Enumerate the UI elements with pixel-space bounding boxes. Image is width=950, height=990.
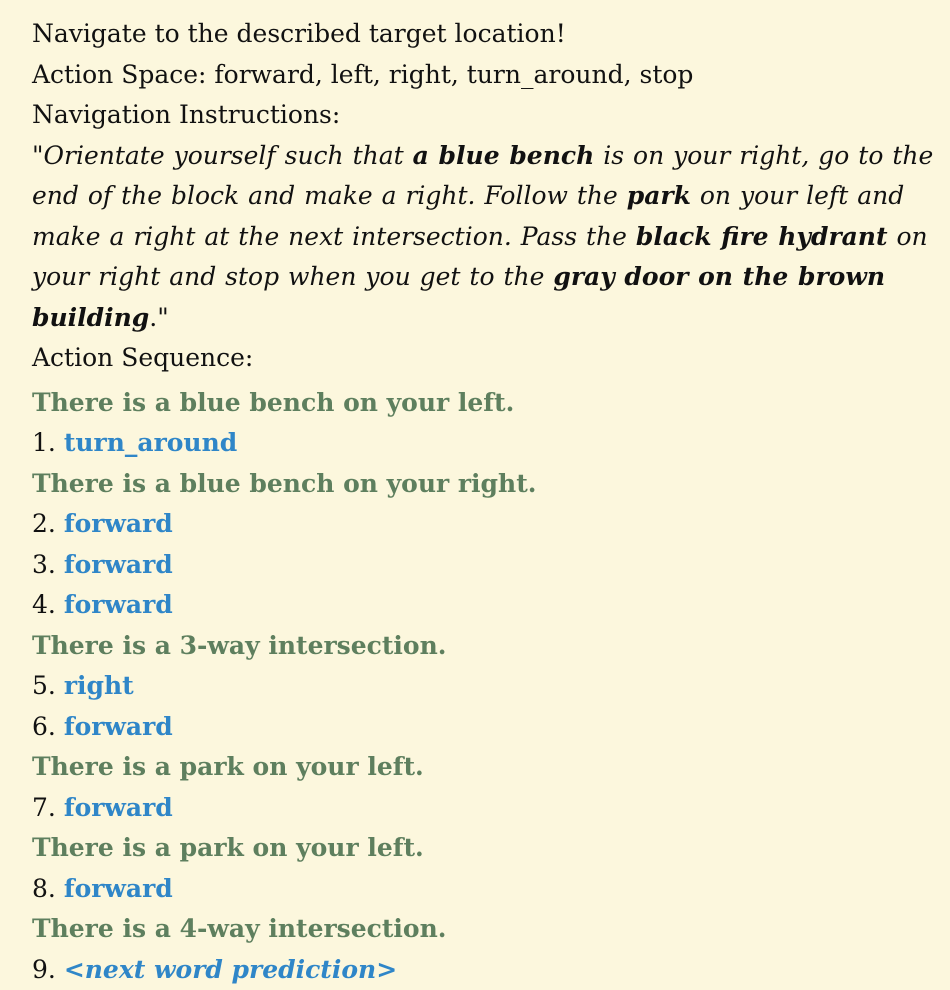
observation-line: There is a park on your left.: [32, 828, 950, 869]
action-token: right: [64, 671, 134, 700]
observation-line: There is a 4-way intersection.: [32, 909, 950, 950]
observation-line: There is a blue bench on your left.: [32, 383, 950, 424]
step-number: 6.: [32, 712, 56, 741]
intro-text: Navigate to the described target locatio…: [32, 14, 950, 55]
step-number: 2.: [32, 509, 56, 538]
observation-line: There is a park on your left.: [32, 747, 950, 788]
action-token: forward: [64, 590, 173, 619]
instruction-landmark-3: black fire hydrant: [636, 222, 888, 251]
step-number: 3.: [32, 550, 56, 579]
navigation-instruction: "Orientate yourself such that a blue ben…: [32, 136, 937, 339]
action-space-text: Action Space: forward, left, right, turn…: [32, 55, 950, 96]
action-line: 5. right: [32, 666, 950, 707]
step-number: 9.: [32, 955, 56, 984]
action-line: 1. turn_around: [32, 423, 950, 464]
action-token: turn_around: [64, 428, 237, 457]
step-number: 5.: [32, 671, 56, 700]
action-line: 3. forward: [32, 545, 950, 586]
action-token: forward: [64, 793, 173, 822]
action-line: 4. forward: [32, 585, 950, 626]
instruction-part-1: Orientate yourself such that: [44, 141, 413, 170]
action-line: 6. forward: [32, 707, 950, 748]
instructions-heading: Navigation Instructions:: [32, 95, 950, 136]
action-sequence: There is a blue bench on your left. 1. t…: [32, 383, 950, 990]
action-token: forward: [64, 712, 173, 741]
sequence-heading: Action Sequence:: [32, 338, 950, 379]
step-number: 4.: [32, 590, 56, 619]
action-line: 7. forward: [32, 788, 950, 829]
step-number: 1.: [32, 428, 56, 457]
instruction-close-quote: .": [149, 303, 168, 332]
step-number: 7.: [32, 793, 56, 822]
action-token: forward: [64, 874, 173, 903]
prompt-document: Navigate to the described target locatio…: [0, 0, 950, 983]
observation-line: There is a blue bench on your right.: [32, 464, 950, 505]
next-word-prediction-placeholder: <next word prediction>: [64, 955, 397, 984]
step-number: 8.: [32, 874, 56, 903]
action-line: 8. forward: [32, 869, 950, 910]
action-token: forward: [64, 509, 173, 538]
observation-line: There is a 3-way intersection.: [32, 626, 950, 667]
action-line: 2. forward: [32, 504, 950, 545]
instruction-open-quote: ": [32, 141, 44, 170]
instruction-landmark-1: a blue bench: [413, 141, 595, 170]
instruction-landmark-2: park: [627, 181, 691, 210]
action-line: 9. <next word prediction>: [32, 950, 950, 990]
action-token: forward: [64, 550, 173, 579]
